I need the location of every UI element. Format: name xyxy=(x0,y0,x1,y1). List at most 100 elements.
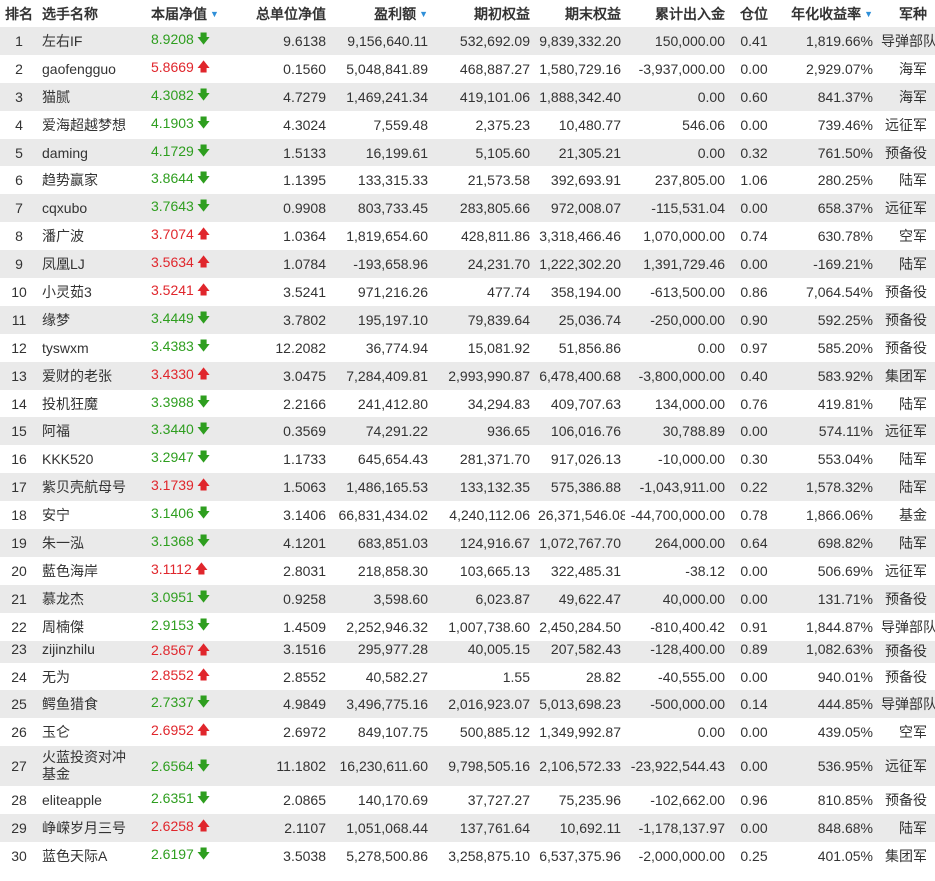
player-name-cell[interactable]: 潘广波 xyxy=(38,222,143,251)
header-net-flow[interactable]: 累计出入金 xyxy=(625,0,729,27)
player-name-cell[interactable]: daming xyxy=(38,138,143,167)
table-row[interactable]: 1 左右IF 8.9208 🡇 9.6138 9,156,640.11 532,692.09… xyxy=(0,27,935,55)
army-cell: 集团军 xyxy=(877,361,935,390)
unit-nav-cell: 2.6972 xyxy=(238,718,330,747)
player-name-cell[interactable]: 趋势赢家 xyxy=(38,166,143,195)
table-row[interactable]: 26 玉仑 2.6952 🡅 2.6972 849,107.75 500,885.12 1,3… xyxy=(0,718,935,747)
player-name-cell[interactable]: 无为 xyxy=(38,662,143,691)
annual-return-cell: 439.05% xyxy=(779,718,877,747)
header-name[interactable]: 选手名称 xyxy=(38,0,143,27)
position-cell: 0.00 xyxy=(729,250,779,279)
rank-cell: 24 xyxy=(0,662,38,691)
table-row[interactable]: 5 daming 4.1729 🡇 1.5133 16,199.61 5,105.60 21,… xyxy=(0,138,935,167)
table-row[interactable]: 23 zijinzhilu 2.8567 🡅 3.1516 295,977.28 40,00… xyxy=(0,640,935,663)
player-name-cell[interactable]: zijinzhilu xyxy=(38,640,143,663)
table-row[interactable]: 17 紫贝壳航母号 3.1739 🡅 1.5063 1,486,165.53 133,132… xyxy=(0,473,935,502)
profit-cell: 7,559.48 xyxy=(330,110,432,139)
table-row[interactable]: 16 KKK520 3.2947 🡇 1.1733 645,654.43 281,371.7… xyxy=(0,445,935,474)
player-name-cell[interactable]: KKK520 xyxy=(38,445,143,474)
player-name-cell[interactable]: 火蓝投资对冲基金 xyxy=(38,746,143,787)
player-name-cell[interactable]: 投机狂魔 xyxy=(38,389,143,418)
table-row[interactable]: 27 火蓝投资对冲基金 2.6564 🡇 11.1802 16,230,611.60 9,7… xyxy=(0,746,935,787)
player-name-cell[interactable]: 缘梦 xyxy=(38,305,143,334)
nav-cell: 3.5241 🡅 xyxy=(143,278,238,306)
table-row[interactable]: 12 tyswxm 3.4383 🡇 12.2082 36,774.94 15,081.92… xyxy=(0,333,935,362)
player-name-cell[interactable]: eliteapple xyxy=(38,786,143,815)
header-nav[interactable]: 本届净值 ▼ xyxy=(143,0,238,27)
table-row[interactable]: 13 爱财的老张 3.4330 🡅 3.0475 7,284,409.81 2,993,99… xyxy=(0,361,935,390)
arrow-down-icon: 🡇 xyxy=(196,86,211,102)
player-name-cell[interactable]: cqxubo xyxy=(38,194,143,223)
header-annual-return[interactable]: 年化收益率 ▼ xyxy=(779,0,877,27)
sort-desc-icon[interactable]: ▼ xyxy=(210,9,219,19)
annual-return-cell: 574.11% xyxy=(779,417,877,446)
profit-cell: -193,658.96 xyxy=(330,250,432,279)
player-name-cell[interactable]: 鳄鱼猎食 xyxy=(38,690,143,719)
rank-cell: 3 xyxy=(0,82,38,111)
table-row[interactable]: 8 潘广波 3.7074 🡅 1.0364 1,819,654.60 428,811.86 3… xyxy=(0,222,935,251)
table-row[interactable]: 14 投机狂魔 3.3988 🡇 2.2166 241,412.80 34,294.83 40… xyxy=(0,389,935,418)
annual-return-cell: 583.92% xyxy=(779,361,877,390)
header-army[interactable]: 军种 xyxy=(877,0,935,27)
profit-cell: 1,469,241.34 xyxy=(330,82,432,111)
player-name-cell[interactable]: 小灵茹3 xyxy=(38,278,143,306)
player-name-cell[interactable]: 爱财的老张 xyxy=(38,361,143,390)
table-row[interactable]: 30 蓝色天际A 2.6197 🡇 3.5038 5,278,500.86 3,258,87… xyxy=(0,842,935,870)
sort-desc-icon[interactable]: ▼ xyxy=(419,9,428,19)
table-row[interactable]: 7 cqxubo 3.7643 🡇 0.9908 803,733.45 283,805.66… xyxy=(0,194,935,223)
player-name-cell[interactable]: 蓝色天际A xyxy=(38,842,143,870)
player-name-cell[interactable]: 慕龙杰 xyxy=(38,584,143,613)
table-row[interactable]: 4 爱海超越梦想 4.1903 🡇 4.3024 7,559.48 2,375.23 10,4… xyxy=(0,110,935,139)
arrow-up-icon: 🡅 xyxy=(196,818,211,834)
profit-cell: 1,051,068.44 xyxy=(330,814,432,843)
annual-return-cell: 401.05% xyxy=(779,842,877,870)
table-row[interactable]: 18 安宁 3.1406 🡇 3.1406 66,831,434.02 4,240,112.… xyxy=(0,501,935,530)
army-cell: 预备役 xyxy=(877,333,935,362)
table-row[interactable]: 15 阿福 3.3440 🡇 0.3569 74,291.22 936.65 106,016.… xyxy=(0,417,935,446)
header-profit[interactable]: 盈利额 ▼ xyxy=(330,0,432,27)
player-name-cell[interactable]: 峥嵘岁月三号 xyxy=(38,814,143,843)
header-start-equity[interactable]: 期初权益 xyxy=(432,0,534,27)
rank-cell: 18 xyxy=(0,501,38,530)
player-name-cell[interactable]: 阿福 xyxy=(38,417,143,446)
header-end-equity[interactable]: 期末权益 xyxy=(534,0,625,27)
player-name-cell[interactable]: gaofengguo xyxy=(38,54,143,83)
nav-value: 2.6952 xyxy=(151,722,194,739)
table-row[interactable]: 9 凤凰LJ 3.5634 🡅 1.0784 -193,658.96 24,231.70 1,… xyxy=(0,250,935,279)
table-row[interactable]: 6 趋势赢家 3.8644 🡇 1.1395 133,315.33 21,573.58 392… xyxy=(0,166,935,195)
rank-cell: 7 xyxy=(0,194,38,223)
nav-value: 2.8567 xyxy=(151,641,194,658)
table-row[interactable]: 24 无为 2.8552 🡅 2.8552 40,582.27 1.55 28.82 -40,5… xyxy=(0,662,935,691)
table-row[interactable]: 19 朱一泓 3.1368 🡇 4.1201 683,851.03 124,916.67 1,… xyxy=(0,529,935,557)
profit-cell: 36,774.94 xyxy=(330,333,432,362)
player-name-cell[interactable]: 周楠傑 xyxy=(38,612,143,641)
table-row[interactable]: 3 猫腻 4.3082 🡇 4.7279 1,469,241.34 419,101.06 1,… xyxy=(0,82,935,111)
player-name-cell[interactable]: 左右IF xyxy=(38,27,143,55)
arrow-up-icon: 🡅 xyxy=(196,365,211,381)
table-row[interactable]: 29 峥嵘岁月三号 2.6258 🡅 2.1107 1,051,068.44 137,761… xyxy=(0,814,935,843)
table-row[interactable]: 10 小灵茹3 3.5241 🡅 3.5241 971,216.26 477.74 358,1… xyxy=(0,278,935,306)
player-name-cell[interactable]: 猫腻 xyxy=(38,82,143,111)
sort-desc-icon[interactable]: ▼ xyxy=(864,9,873,19)
player-name-cell[interactable]: 凤凰LJ xyxy=(38,250,143,279)
player-name-cell[interactable]: 玉仑 xyxy=(38,718,143,747)
net-flow-cell: -3,800,000.00 xyxy=(625,361,729,390)
table-row[interactable]: 25 鳄鱼猎食 2.7337 🡇 4.9849 3,496,775.16 2,016,923… xyxy=(0,690,935,719)
annual-return-cell: 810.85% xyxy=(779,786,877,815)
header-rank[interactable]: 排名 xyxy=(0,0,38,27)
table-row[interactable]: 11 缘梦 3.4449 🡇 3.7802 195,197.10 79,839.64 25,0… xyxy=(0,305,935,334)
table-row[interactable]: 21 慕龙杰 3.0951 🡇 0.9258 3,598.60 6,023.87 49,622… xyxy=(0,584,935,613)
table-row[interactable]: 22 周楠傑 2.9153 🡇 1.4509 2,252,946.32 1,007,738.… xyxy=(0,612,935,641)
header-position[interactable]: 仓位 xyxy=(729,0,779,27)
player-name-cell[interactable]: 爱海超越梦想 xyxy=(38,110,143,139)
header-unit-nav[interactable]: 总单位净值 xyxy=(238,0,330,27)
player-name-cell[interactable]: 朱一泓 xyxy=(38,529,143,557)
unit-nav-cell: 4.9849 xyxy=(238,690,330,719)
table-row[interactable]: 2 gaofengguo 5.8669 🡅 0.1560 5,048,841.89 468,… xyxy=(0,54,935,83)
player-name-cell[interactable]: tyswxm xyxy=(38,333,143,362)
table-row[interactable]: 28 eliteapple 2.6351 🡇 2.0865 140,170.69 37,72… xyxy=(0,786,935,815)
player-name-cell[interactable]: 紫贝壳航母号 xyxy=(38,473,143,502)
player-name-cell[interactable]: 安宁 xyxy=(38,501,143,530)
table-row[interactable]: 20 藍色海岸 3.1112 🡅 2.8031 218,858.30 103,665.13 3… xyxy=(0,556,935,585)
player-name-cell[interactable]: 藍色海岸 xyxy=(38,556,143,585)
